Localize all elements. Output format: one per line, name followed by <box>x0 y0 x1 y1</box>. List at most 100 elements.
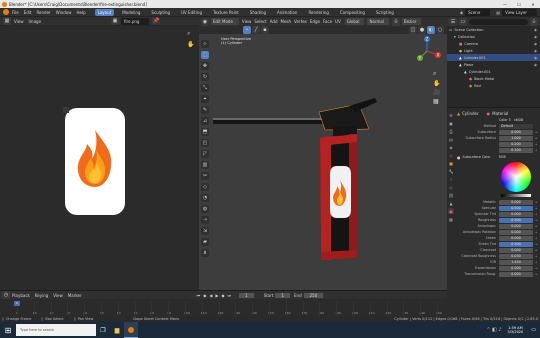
uv-menu[interactable]: UV <box>335 19 341 24</box>
notification-icon[interactable]: ▭ <box>531 327 536 333</box>
outliner-row[interactable]: ■ Camera ◉ <box>447 40 540 47</box>
menu-render[interactable]: Render <box>36 10 50 15</box>
mode-selector[interactable]: Edit Mode <box>211 18 239 25</box>
tool-props-tab-icon[interactable]: ⚒ <box>448 112 454 118</box>
property-value-field[interactable]: 0.000 <box>499 223 533 229</box>
property-value-field[interactable]: 0.000 <box>499 271 533 277</box>
constraints-props-tab-icon[interactable]: ⛓ <box>448 192 454 198</box>
keyframe-dot-icon[interactable]: • <box>535 200 537 205</box>
tab-shading[interactable]: Shading <box>247 9 269 16</box>
image-view-menu[interactable]: View <box>14 19 24 24</box>
outliner-row[interactable]: ▲ Cylinder.001 <box>447 68 540 75</box>
keyframe-dot-icon[interactable]: • <box>535 230 537 235</box>
visibility-eye-icon[interactable]: ◉ <box>534 28 537 32</box>
file-explorer-icon[interactable]: ▆ <box>110 327 124 334</box>
jump-end-icon[interactable]: ⏭ <box>228 293 232 298</box>
slot-label[interactable]: Color 5 <box>499 118 511 122</box>
physics-props-tab-icon[interactable]: ◎ <box>448 184 454 190</box>
object-props-tab-icon[interactable]: ■ <box>448 160 454 166</box>
blender-menu-icon[interactable] <box>3 9 9 15</box>
outliner-search-input[interactable] <box>469 18 528 25</box>
property-value-field[interactable]: 1.000 <box>499 135 533 141</box>
property-value-field[interactable]: 0.000 <box>499 247 533 253</box>
3d-viewport[interactable]: User Perspective (1) Cylinder ⊹ ⬚ ✥ ↻ ⤡ … <box>199 34 447 290</box>
keyframe-dot-icon[interactable]: • <box>535 212 537 217</box>
visibility-eye-icon[interactable]: ◉ <box>534 63 537 67</box>
timeline-editor-icon[interactable]: ◷ <box>2 291 10 299</box>
render-props-tab-icon[interactable]: ▣ <box>448 120 454 126</box>
keyframe-dot-icon[interactable]: • <box>535 266 537 271</box>
keyframe-dot-icon[interactable]: • <box>535 254 537 259</box>
orientation-selector[interactable]: Global <box>344 18 365 25</box>
view-layer-selector[interactable]: View Layer <box>502 8 537 16</box>
image-file-selector[interactable]: fire.png <box>121 17 150 25</box>
minimize-button[interactable]: — <box>498 2 512 7</box>
visibility-eye-icon[interactable]: ◉ <box>534 56 537 60</box>
menu-window[interactable]: Window <box>56 10 72 15</box>
keyframe-dot-icon[interactable]: • <box>535 248 537 253</box>
keyframe-dot-icon[interactable]: • <box>535 242 537 247</box>
timeline-menu-playback[interactable]: Playback <box>12 293 30 298</box>
world-props-tab-icon[interactable]: ◍ <box>448 152 454 158</box>
keyframe-dot-icon[interactable]: • <box>535 148 537 153</box>
current-frame-field[interactable]: 1 <box>239 292 254 298</box>
image-image-menu[interactable]: Image <box>29 19 42 24</box>
blender-taskbar-icon[interactable] <box>124 322 138 338</box>
property-value-field[interactable]: 1.450 <box>499 259 533 265</box>
keyframe-dot-icon[interactable]: • <box>535 142 537 147</box>
clock[interactable]: 1:59 AM 5/3/2020 <box>508 326 524 334</box>
material-shading-icon[interactable]: ◐ <box>427 26 435 34</box>
outliner-row[interactable]: ● Light ◉ <box>447 47 540 54</box>
face-select-icon[interactable]: ▪ <box>261 26 269 34</box>
timeline-ruler[interactable]: 0102030405060708090100110120130140150160… <box>0 299 447 317</box>
keyframe-dot-icon[interactable]: • <box>535 218 537 223</box>
keyframe-dot-icon[interactable]: • <box>535 236 537 241</box>
display-mode-icon[interactable]: ▭ <box>459 17 467 26</box>
property-value-field[interactable]: 0.500 <box>499 241 533 247</box>
visibility-eye-icon[interactable]: ◉ <box>534 42 537 46</box>
taskbar-search-input[interactable]: Type here to search <box>16 324 96 336</box>
add-menu[interactable]: Add <box>270 19 278 24</box>
keyframe-dot-icon[interactable]: • <box>535 206 537 211</box>
tab-rendering[interactable]: Rendering <box>305 9 331 16</box>
vertex-select-icon[interactable]: • <box>243 26 251 34</box>
outliner-row[interactable]: ▲ Plane ◉ <box>447 61 540 68</box>
outliner-row[interactable]: ▾ Collection ◉ <box>447 33 540 40</box>
outliner-row[interactable]: ▭ Scene Collection ◉ <box>447 26 540 33</box>
material-props-tab-icon[interactable]: ● <box>448 208 454 214</box>
keyframe-dot-icon[interactable]: • <box>535 130 537 135</box>
keyframe-dot-icon[interactable]: • <box>535 224 537 229</box>
keyframe-dot-icon[interactable]: • <box>535 272 537 277</box>
visibility-eye-icon[interactable]: ◉ <box>534 49 537 53</box>
task-view-icon[interactable]: ❐ <box>96 327 110 334</box>
property-value-field[interactable]: 0.000 <box>499 265 533 271</box>
property-value-field[interactable]: 0.030 <box>499 253 533 259</box>
property-value-field[interactable]: 0.500 <box>499 217 533 223</box>
color-mode-rgb[interactable]: RGB <box>499 155 506 159</box>
new-image-icon[interactable]: ▣ <box>111 17 120 25</box>
filter-icon[interactable]: ⏚ <box>530 17 538 26</box>
outliner-row[interactable]: ● Black Metal <box>447 75 540 82</box>
data-props-tab-icon[interactable]: ▲ <box>448 200 454 206</box>
zoom-icon[interactable]: ⌕ <box>187 30 190 38</box>
outliner-editor-icon[interactable]: ☰ <box>449 17 457 26</box>
next-key-icon[interactable]: ◆ <box>221 293 224 298</box>
face-menu[interactable]: Face <box>323 19 332 24</box>
pin-icon[interactable]: 📌 <box>152 17 161 25</box>
tab-modeling[interactable]: Modeling <box>119 9 143 16</box>
select-menu[interactable]: Select <box>254 19 266 24</box>
tab-scripting[interactable]: Scripting <box>373 9 397 16</box>
snap-icon[interactable]: ⌾ <box>391 17 400 26</box>
vertex-menu[interactable]: Vertex <box>294 19 307 24</box>
view-layer-tab-icon[interactable]: ▤ <box>448 136 454 142</box>
color-wheel[interactable] <box>501 162 531 192</box>
mesh-menu[interactable]: Mesh <box>281 19 292 24</box>
scene-props-tab-icon[interactable]: ◈ <box>448 144 454 150</box>
tab-compositing[interactable]: Compositing <box>337 9 368 16</box>
keyframe-dot-icon[interactable]: • <box>535 260 537 265</box>
particles-props-tab-icon[interactable]: ⁘ <box>448 176 454 182</box>
visibility-eye-icon[interactable]: ◉ <box>534 35 537 39</box>
property-value-field[interactable]: 0.000 <box>499 211 533 217</box>
tab-texture-paint[interactable]: Texture Paint <box>210 9 242 16</box>
keyframe-dot-icon[interactable]: • <box>535 136 537 141</box>
